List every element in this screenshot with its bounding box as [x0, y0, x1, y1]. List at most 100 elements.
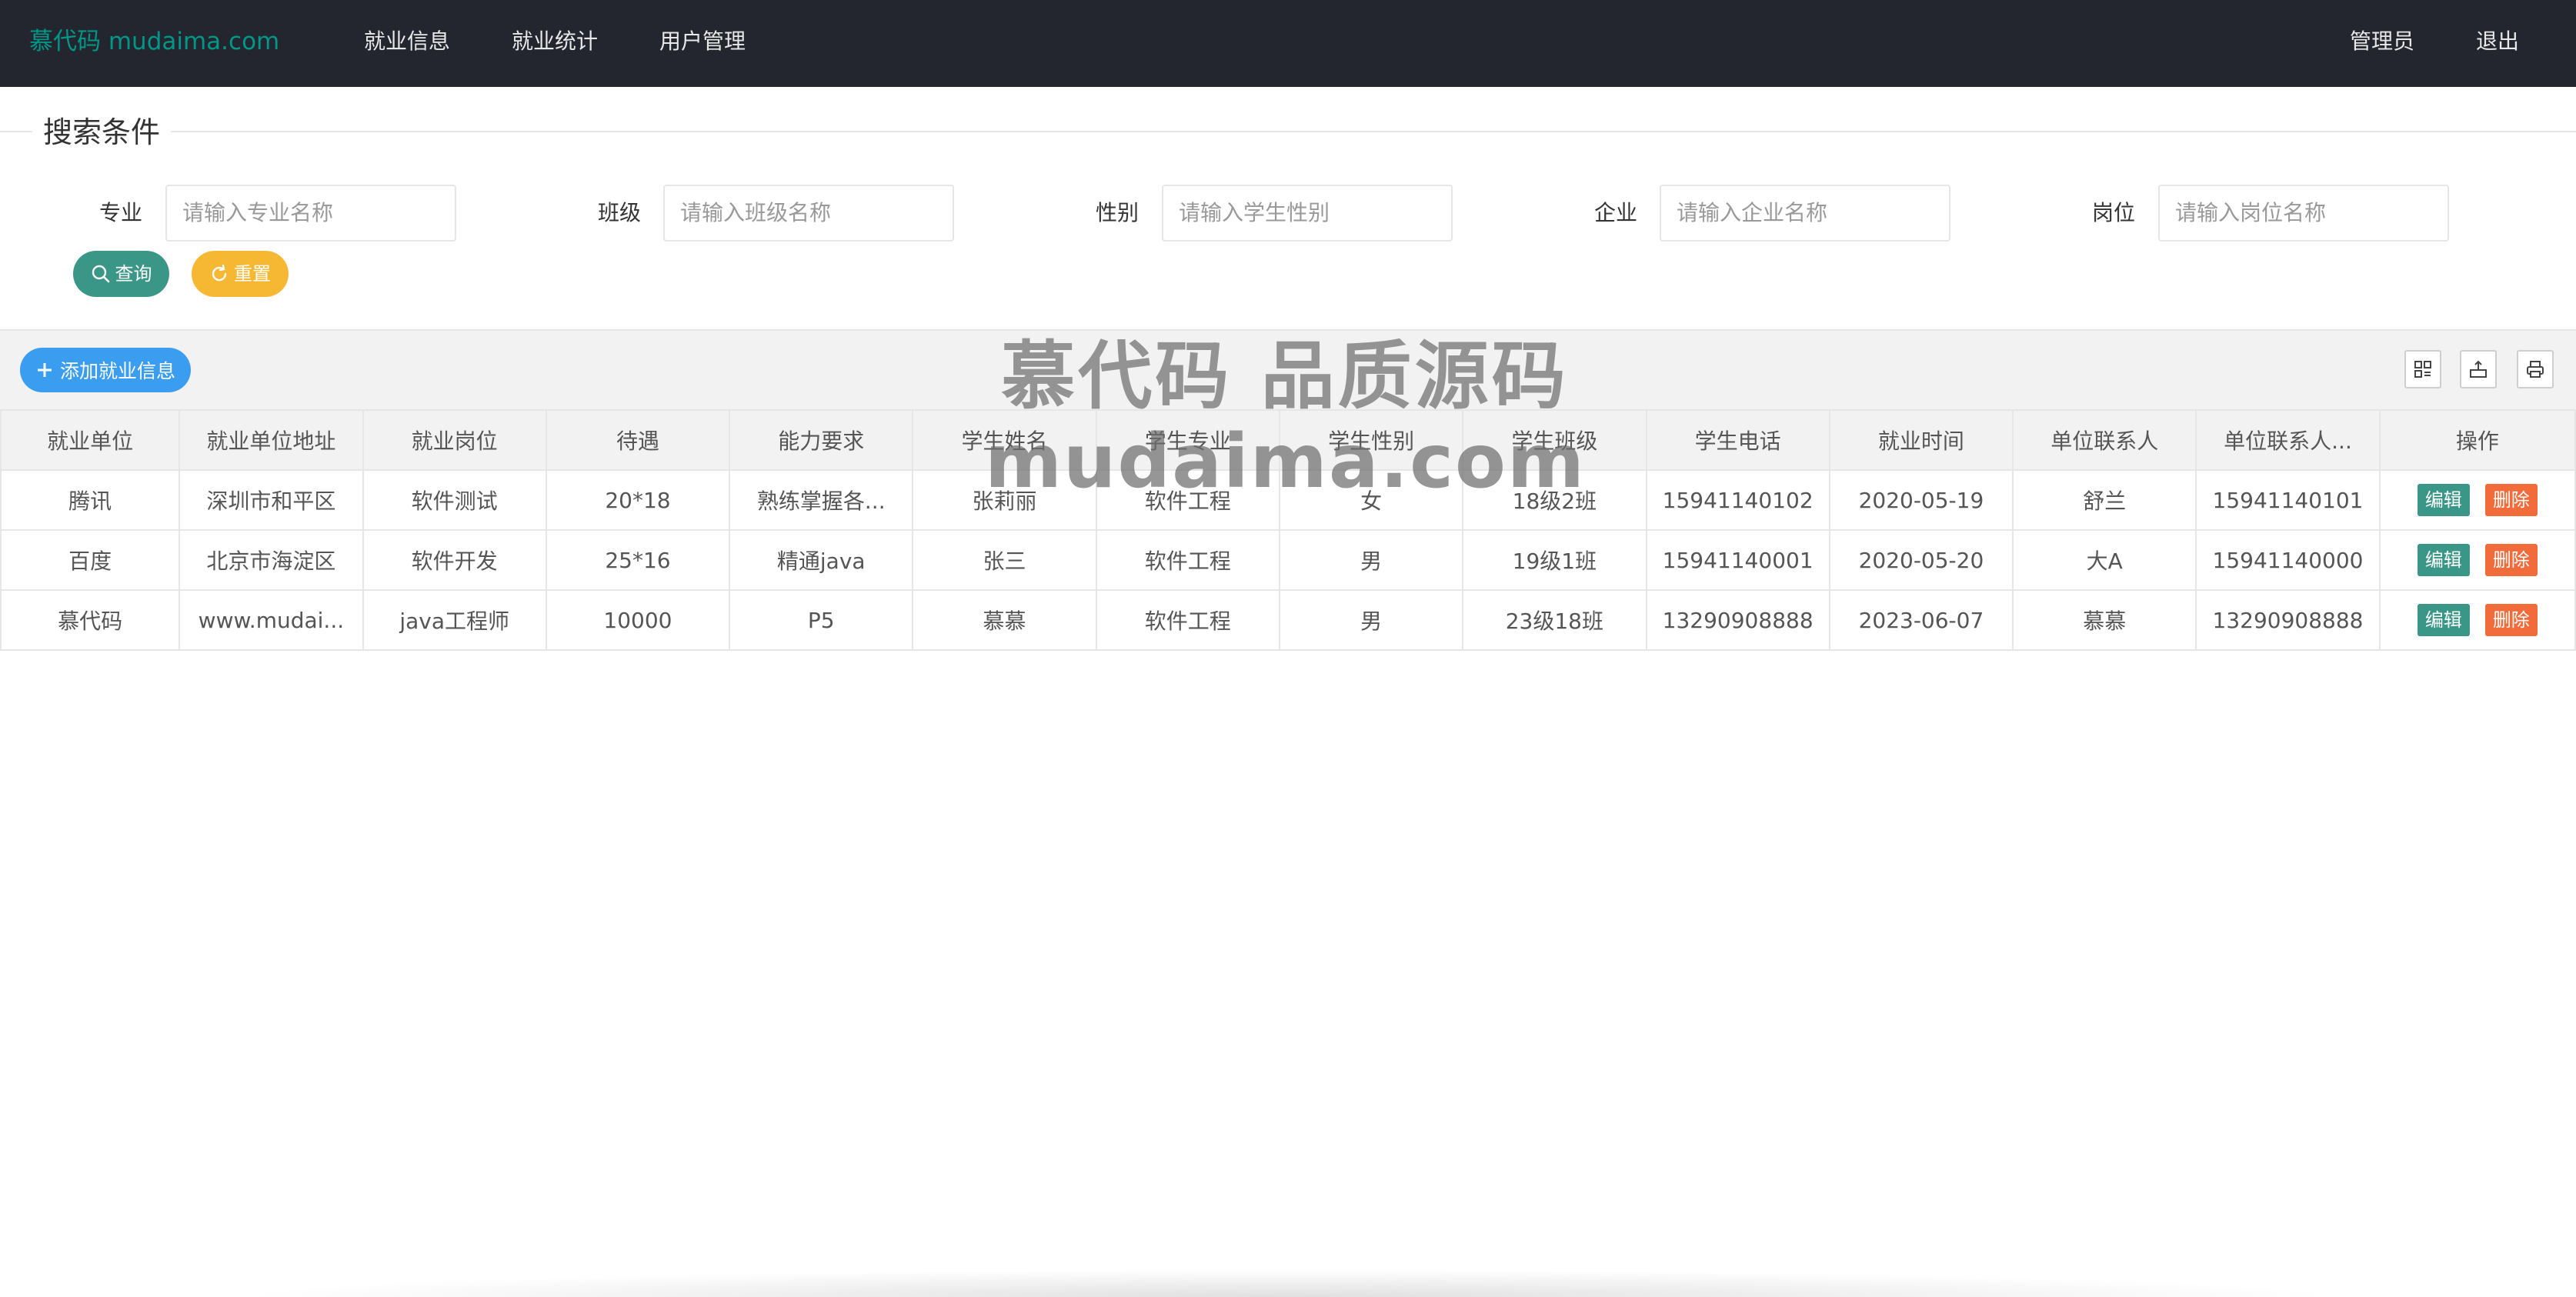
- column-header[interactable]: 就业岗位: [362, 409, 547, 471]
- search-legend: 搜索条件: [32, 111, 172, 154]
- search-button-label: 查询: [115, 263, 152, 285]
- delete-button[interactable]: 删除: [2484, 484, 2538, 516]
- reset-button[interactable]: 重置: [192, 251, 289, 297]
- table-header-row: 就业单位 就业单位地址 就业岗位 待遇 能力要求 学生姓名 学生专业 学生性别 …: [0, 409, 2576, 471]
- table-row[interactable]: 慕代码 www.mudai... java工程师 10000 P5 慕慕 软件工…: [0, 589, 2576, 651]
- search-icon: [92, 265, 109, 283]
- table-cell: 10000: [545, 589, 731, 651]
- table-cell: 15941140001: [1645, 529, 1830, 591]
- edit-button[interactable]: 编辑: [2417, 484, 2470, 516]
- top-navbar: 慕代码 mudaima.com 就业信息 就业统计 用户管理 管理员 退出: [0, 0, 2576, 87]
- table-cell: 15941140000: [2195, 529, 2381, 591]
- table-cell: 张三: [912, 529, 1097, 591]
- nav-user-management[interactable]: 用户管理: [659, 23, 746, 60]
- major-input[interactable]: 请输入专业名称: [165, 185, 456, 242]
- plus-icon: [37, 363, 52, 377]
- table-cell: www.mudai...: [179, 589, 364, 651]
- column-header[interactable]: 学生班级: [1462, 409, 1647, 471]
- company-label: 企业: [1593, 200, 1637, 225]
- table-cell: 15941140102: [1645, 469, 1830, 531]
- table-cell: 女: [1278, 469, 1464, 531]
- table-cell: java工程师: [362, 589, 547, 651]
- table-toolbar: [0, 329, 2576, 409]
- table-cell: 张莉丽: [912, 469, 1097, 531]
- gender-label: 性别: [1095, 200, 1139, 225]
- table-cell: 慕代码: [0, 589, 181, 651]
- table-cell: P5: [729, 589, 914, 651]
- table-cell: 百度: [0, 529, 181, 591]
- table-row[interactable]: 百度 北京市海淀区 软件开发 25*16 精通java 张三 软件工程 男 19…: [0, 529, 2576, 591]
- table-cell: 13290908888: [2195, 589, 2381, 651]
- refresh-icon: [212, 264, 227, 282]
- table-cell: 2020-05-19: [1828, 469, 2014, 531]
- column-header[interactable]: 就业单位地址: [179, 409, 364, 471]
- nav-employment-stats[interactable]: 就业统计: [512, 23, 598, 60]
- table-cell: 腾讯: [0, 469, 181, 531]
- table-cell: 北京市海淀区: [179, 529, 364, 591]
- employment-table: 就业单位 就业单位地址 就业岗位 待遇 能力要求 学生姓名 学生专业 学生性别 …: [0, 409, 2576, 651]
- table-cell: 舒兰: [2012, 469, 2197, 531]
- table-cell: 慕慕: [2012, 589, 2197, 651]
- edit-button[interactable]: 编辑: [2417, 604, 2470, 636]
- position-input[interactable]: 请输入岗位名称: [2158, 185, 2449, 242]
- column-header[interactable]: 学生电话: [1645, 409, 1830, 471]
- table-cell: 2023-06-07: [1828, 589, 2014, 651]
- table-cell: 熟练掌握各...: [729, 469, 914, 531]
- logout-link[interactable]: 退出: [2476, 23, 2519, 60]
- class-input[interactable]: 请输入班级名称: [663, 185, 954, 242]
- column-header[interactable]: 单位联系人...: [2195, 409, 2381, 471]
- table-cell: 男: [1278, 529, 1464, 591]
- table-cell: 男: [1278, 589, 1464, 651]
- table-cell: 软件开发: [362, 529, 547, 591]
- table-row[interactable]: 腾讯 深圳市和平区 软件测试 20*18 熟练掌握各... 张莉丽 软件工程 女…: [0, 469, 2576, 531]
- reset-button-label: 重置: [234, 263, 271, 285]
- fieldset-divider: [0, 131, 2576, 132]
- table-cell: 软件工程: [1095, 589, 1280, 651]
- row-actions: 编辑 删除: [2378, 529, 2576, 591]
- columns-filter-icon[interactable]: [2404, 350, 2441, 388]
- admin-user-menu[interactable]: 管理员: [2350, 23, 2414, 60]
- bottom-shadow: [231, 1269, 2347, 1297]
- delete-button[interactable]: 删除: [2484, 604, 2538, 636]
- row-actions: 编辑 删除: [2378, 469, 2576, 531]
- table-cell: 软件工程: [1095, 529, 1280, 591]
- column-header[interactable]: 学生性别: [1278, 409, 1464, 471]
- table-cell: 软件测试: [362, 469, 547, 531]
- position-label: 岗位: [2091, 200, 2135, 225]
- column-header[interactable]: 学生专业: [1095, 409, 1280, 471]
- column-header[interactable]: 就业时间: [1828, 409, 2014, 471]
- table-cell: 20*18: [545, 469, 731, 531]
- table-cell: 23级18班: [1462, 589, 1647, 651]
- add-employment-label: 添加就业信息: [59, 360, 175, 382]
- print-icon[interactable]: [2517, 350, 2554, 388]
- delete-button[interactable]: 删除: [2484, 544, 2538, 576]
- table-cell: 2020-05-20: [1828, 529, 2014, 591]
- table-cell: 15941140101: [2195, 469, 2381, 531]
- table-cell: 18级2班: [1462, 469, 1647, 531]
- table-cell: 大A: [2012, 529, 2197, 591]
- company-input[interactable]: 请输入企业名称: [1660, 185, 1950, 242]
- table-cell: 25*16: [545, 529, 731, 591]
- row-actions: 编辑 删除: [2378, 589, 2576, 651]
- table-cell: 19级1班: [1462, 529, 1647, 591]
- table-cell: 深圳市和平区: [179, 469, 364, 531]
- gender-input[interactable]: 请输入学生性别: [1162, 185, 1453, 242]
- table-cell: 慕慕: [912, 589, 1097, 651]
- column-header[interactable]: 能力要求: [729, 409, 914, 471]
- site-logo[interactable]: 慕代码 mudaima.com: [29, 23, 279, 60]
- edit-button[interactable]: 编辑: [2417, 544, 2470, 576]
- major-label: 专业: [98, 200, 142, 225]
- column-header: 操作: [2378, 409, 2576, 471]
- table-cell: 软件工程: [1095, 469, 1280, 531]
- column-header[interactable]: 就业单位: [0, 409, 181, 471]
- export-icon[interactable]: [2460, 350, 2497, 388]
- column-header[interactable]: 单位联系人: [2012, 409, 2197, 471]
- column-header[interactable]: 学生姓名: [912, 409, 1097, 471]
- table-cell: 精通java: [729, 529, 914, 591]
- search-button[interactable]: 查询: [73, 251, 169, 297]
- column-header[interactable]: 待遇: [545, 409, 731, 471]
- add-employment-button[interactable]: 添加就业信息: [20, 348, 191, 392]
- class-label: 班级: [597, 200, 641, 225]
- table-cell: 13290908888: [1645, 589, 1830, 651]
- nav-employment-info[interactable]: 就业信息: [364, 23, 450, 60]
